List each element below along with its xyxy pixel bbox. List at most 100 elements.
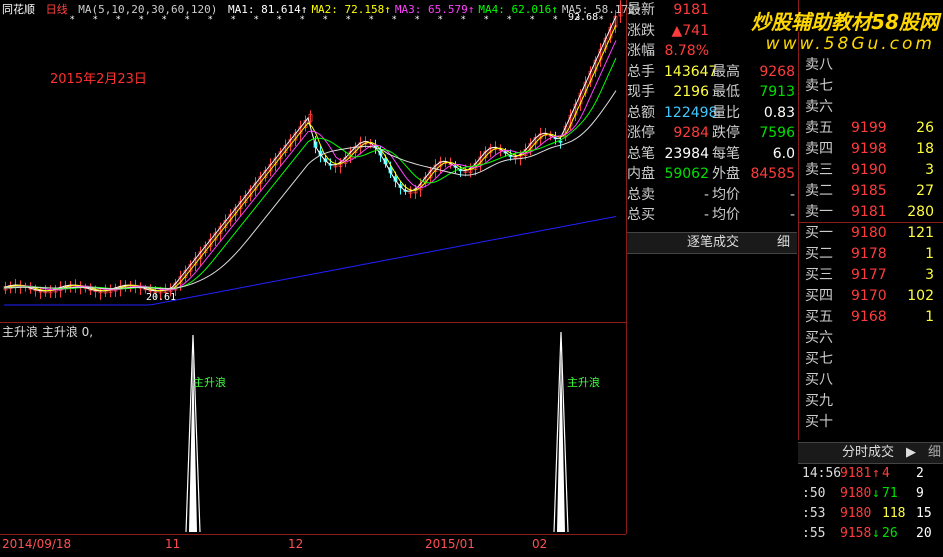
quote-row: 总笔 23984 每笔 6.0 [627, 144, 797, 165]
order-level-label: 买五 [805, 309, 833, 325]
order-book-row[interactable]: 买三 9177 3 [799, 265, 943, 286]
date-tick: 02 [532, 537, 548, 551]
quote-label: 内盘 [627, 166, 655, 182]
tick-count: 9 [916, 486, 924, 501]
order-level-label: 卖七 [805, 78, 833, 94]
quote-value: 9284 [673, 125, 709, 141]
indicator-canvas[interactable] [0, 322, 626, 534]
tick-arrow: ↓ [872, 526, 880, 541]
order-price: 9199 [851, 120, 887, 136]
quote-row: 内盘 59062 外盘 84585 [627, 164, 797, 185]
order-level-label: 买三 [805, 267, 833, 283]
order-volume: 27 [916, 183, 934, 199]
kline-canvas[interactable]: * * * * * * * * * * * * * * * * * * * * * * * * [0, 0, 626, 322]
order-level-label: 买九 [805, 393, 833, 409]
tab-detail[interactable]: 细 [777, 233, 790, 253]
date-tick: 11 [165, 537, 181, 551]
quote-label: 总笔 [627, 145, 655, 162]
order-book-row[interactable]: 卖四 9198 18 [799, 139, 943, 160]
quote-row: 现手 2196 最低 7913 [627, 82, 797, 103]
tick-time: :50 [802, 486, 826, 501]
tick-time: 14:56 [802, 466, 842, 481]
order-level-label: 买十 [805, 414, 833, 430]
candle-body [558, 140, 563, 143]
order-book-row[interactable]: 卖一 9181 280 [799, 202, 943, 223]
order-book-row[interactable]: 买五 9168 1 [799, 307, 943, 328]
order-book-row[interactable]: 卖三 9190 3 [799, 160, 943, 181]
quote-label: 最低 [712, 84, 740, 100]
period-label[interactable]: 日线 [46, 3, 68, 16]
order-level-label: 买一 [805, 225, 833, 241]
quote-row: 总额 122498 量比 0.83 [627, 103, 797, 124]
trade-tabs: 逐笔成交 细 [627, 232, 797, 254]
tick-price: 9180 [840, 486, 872, 501]
quote-label: 最高 [712, 63, 740, 80]
quote-value: 0.83 [763, 104, 795, 121]
order-book-row[interactable]: 买一 9180 121 [799, 223, 943, 244]
quote-row: 总手 143647 最高 9268 [627, 62, 797, 83]
quote-row: 总卖 - 均价 - [627, 185, 797, 206]
order-volume: 102 [907, 288, 934, 304]
kline-chart[interactable]: * * * * * * * * * * * * * * * * * * * * * * * * [0, 0, 627, 323]
date-tick: 2015/01 [425, 537, 475, 551]
quote-label: 外盘 [712, 166, 740, 182]
tick-tabs: 分时成交 ▶ 细 [798, 442, 943, 464]
date-tick: 2014/09/18 [2, 537, 72, 551]
order-book-row[interactable]: 买十 [799, 412, 943, 433]
tick-arrow: ↑ [872, 466, 880, 481]
tab-detail-2[interactable]: 细 [928, 443, 941, 463]
order-volume: 1 [925, 309, 934, 325]
order-book-row[interactable]: 买七 [799, 349, 943, 370]
tab-ticks[interactable]: 分时成交 [842, 443, 894, 463]
order-book-row[interactable]: 买八 [799, 370, 943, 391]
quote-value: - [703, 186, 709, 203]
app-name: 同花顺 [2, 3, 35, 16]
order-book-row[interactable]: 卖八 [799, 55, 943, 76]
quote-label: 每笔 [712, 145, 740, 162]
indicator-chart[interactable] [0, 322, 627, 534]
order-price: 9190 [851, 162, 887, 178]
tab-trades[interactable]: 逐笔成交 [687, 233, 739, 253]
order-book-row[interactable]: 买二 9178 1 [799, 244, 943, 265]
signal-spike-fill [557, 352, 565, 532]
ma-item: MA3: 65.579↑ [394, 3, 475, 16]
quote-value: - [789, 186, 795, 203]
order-price: 9198 [851, 141, 887, 157]
quote-value: 7913 [759, 84, 795, 100]
quote-value: - [703, 207, 709, 223]
order-volume: 3 [925, 267, 934, 283]
order-volume: 1 [925, 246, 934, 262]
order-price: 9185 [851, 183, 887, 199]
quote-label: 均价 [712, 186, 740, 203]
quote-value: ▲741 [671, 22, 710, 39]
order-level-label: 卖三 [805, 162, 833, 178]
tick-volume: 71 [882, 486, 898, 501]
order-level-label: 买六 [805, 330, 833, 346]
order-price: 9177 [851, 267, 887, 283]
order-book-row[interactable]: 买四 9170 102 [799, 286, 943, 307]
tick-count: 20 [916, 526, 932, 541]
order-book-row[interactable]: 卖二 9185 27 [799, 181, 943, 202]
order-book-row[interactable]: 卖六 [799, 97, 943, 118]
order-level-label: 买二 [805, 246, 833, 262]
tick-list: 14:56 9181 ↑ 4 2:50 9180 ↓ 71 9:53 9180 118 15:55 91… [798, 464, 943, 556]
signal-label-1: 主升浪 [193, 376, 226, 389]
quote-value: 6.0 [772, 145, 795, 162]
quote-value: 23984 [664, 145, 709, 162]
play-icon[interactable]: ▶ [906, 443, 916, 463]
tick-count: 2 [916, 466, 924, 481]
date-axis: 2014/09/18 11 12 2015/01 02 [0, 534, 626, 557]
quote-value: 143647 [664, 63, 718, 80]
high-price-label: 92.68 [568, 12, 599, 23]
order-level-label: 卖八 [805, 57, 833, 73]
order-book-row[interactable]: 卖五 9199 26 [799, 118, 943, 139]
order-book-row[interactable]: 卖七 [799, 76, 943, 97]
order-book-row[interactable]: 买六 [799, 328, 943, 349]
ma-item: MA4: 62.016↑ [478, 3, 558, 16]
order-volume: 121 [907, 225, 934, 241]
order-book-row[interactable]: 买九 [799, 391, 943, 412]
order-volume: 18 [916, 141, 934, 157]
quote-row: 总买 - 均价 - [627, 205, 797, 226]
tick-price: 9181 [840, 466, 872, 481]
order-book: 卖八 卖七 卖六 卖五 9199 26 卖四 9198 18 卖三 9190 3 卖二 9185 27 卖一 9… [798, 0, 943, 440]
